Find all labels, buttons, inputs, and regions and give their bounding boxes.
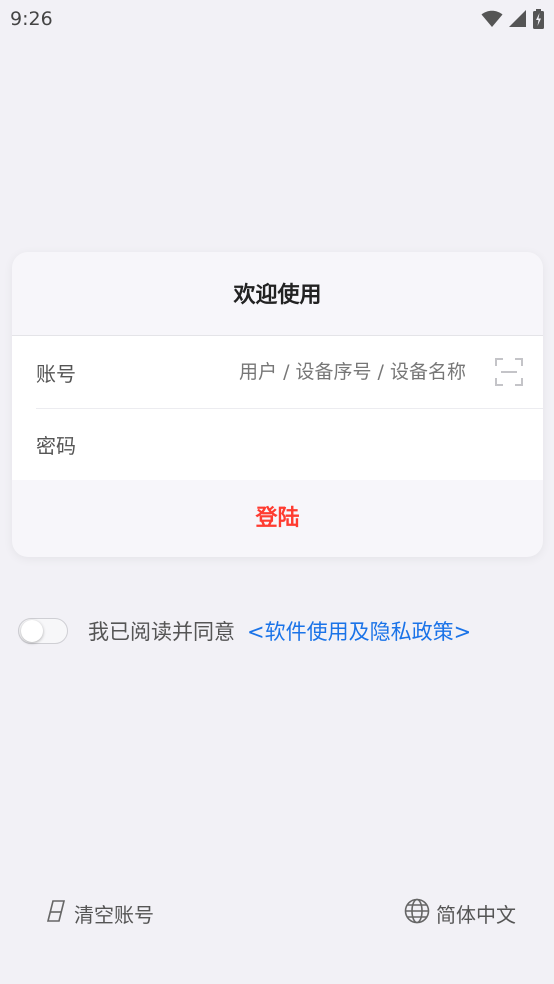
agreement-toggle[interactable] — [18, 618, 68, 644]
wifi-icon — [481, 10, 503, 28]
globe-icon — [404, 898, 430, 928]
status-bar: 9:26 — [0, 0, 554, 38]
signal-icon — [509, 10, 527, 28]
account-input[interactable] — [166, 361, 466, 383]
eraser-icon — [46, 900, 66, 926]
password-label: 密码 — [36, 434, 76, 458]
agreement-text: 我已阅读并同意 — [88, 620, 235, 644]
status-time: 9:26 — [10, 8, 53, 30]
battery-charging-icon — [533, 9, 544, 29]
scan-icon[interactable] — [495, 358, 523, 390]
status-icons — [481, 9, 544, 29]
privacy-policy-link[interactable]: <软件使用及隐私政策> — [247, 616, 471, 646]
language-button[interactable]: 简体中文 — [404, 897, 516, 929]
password-row: 密码 — [36, 408, 543, 480]
login-form: 账号 密码 — [12, 336, 543, 480]
account-label: 账号 — [36, 361, 76, 386]
login-card: 欢迎使用 账号 密码 登陆 — [12, 252, 543, 557]
toggle-knob — [21, 620, 43, 642]
language-label: 简体中文 — [436, 902, 516, 927]
account-row: 账号 — [36, 336, 543, 408]
password-input[interactable] — [166, 433, 466, 456]
card-title: 欢迎使用 — [12, 252, 543, 336]
login-button[interactable]: 登陆 — [12, 480, 543, 556]
clear-account-label: 清空账号 — [74, 902, 154, 927]
clear-account-button[interactable]: 清空账号 — [46, 897, 154, 929]
agreement-row: 我已阅读并同意 <软件使用及隐私政策> — [18, 612, 471, 650]
